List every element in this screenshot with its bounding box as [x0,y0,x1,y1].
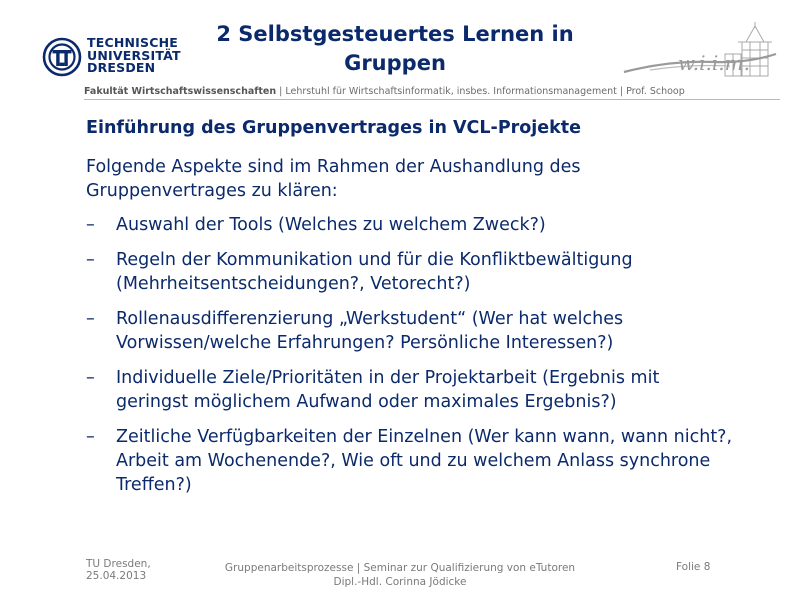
bullet-text: Regeln der Kommunikation und für die Kon… [116,250,633,294]
content-heading: Einführung des Gruppenvertrages in VCL-P… [86,118,582,138]
bullet-dash: – [86,427,95,447]
header-divider [84,99,780,100]
bullet-dash: – [86,309,95,329]
footer-course: Gruppenarbeitsprozesse | Seminar zur Qua… [224,562,576,574]
logo-line-3: DRESDEN [87,60,156,75]
footer-course-info: Gruppenarbeitsprozesse | Seminar zur Qua… [200,561,600,589]
footer-location: TU Dresden, [86,558,151,570]
bullet-text: Individuelle Ziele/Prioritäten in der Pr… [116,368,660,412]
chair-name: | Lehrstuhl für Wirtschaftsinformatik, i… [276,86,685,97]
bullet-dash: – [86,250,95,270]
bullet-list: – Auswahl der Tools (Welches zu welchem Z… [86,213,736,508]
list-item: – Auswahl der Tools (Welches zu welchem Z… [86,213,736,237]
slide-number: Folie 8 [676,561,711,573]
bullet-dash: – [86,368,95,388]
slide-title-line-1: 2 Selbstgesteuertes Lernen in [216,22,574,46]
slide: TECHNISCHE UNIVERSITÄT DRESDEN 2 Selbstg… [0,0,800,600]
tu-dresden-wordmark: TECHNISCHE UNIVERSITÄT DRESDEN [87,36,181,75]
slide-title: 2 Selbstgesteuertes Lernen in Gruppen [170,20,620,78]
intro-text: Folgende Aspekte sind im Rahmen der Aush… [86,157,581,201]
list-item: – Zeitliche Verfügbarkeiten der Einzelnen… [86,425,736,497]
faculty-line: Fakultät Wirtschaftswissenschaften | Leh… [84,86,784,97]
list-item: – Regeln der Kommunikation und für die Ko… [86,248,736,296]
list-item: – Rollenausdifferenzierung „Werkstudent“ … [86,307,736,355]
svg-text:w.i.i.m.: w.i.i.m. [678,51,750,75]
bullet-text: Auswahl der Tools (Welches zu welchem Zw… [116,215,546,235]
bullet-text: Rollenausdifferenzierung „Werkstudent“ (… [116,309,624,353]
faculty-name: Fakultät Wirtschaftswissenschaften [84,86,277,97]
slide-title-line-2: Gruppen [344,51,446,75]
list-item: – Individuelle Ziele/Prioritäten in der P… [86,366,736,414]
footer-date: 25.04.2013 [86,570,147,582]
wiim-logo-icon: w.i.i.m. [623,22,777,77]
footer-location-date: TU Dresden, 25.04.2013 [86,558,151,582]
bullet-dash: – [86,215,95,235]
bullet-text: Zeitliche Verfügbarkeiten der Einzelnen … [116,427,733,495]
footer-author: Dipl.-Hdl. Corinna Jödicke [333,576,467,588]
tu-dresden-emblem-icon [42,37,82,77]
